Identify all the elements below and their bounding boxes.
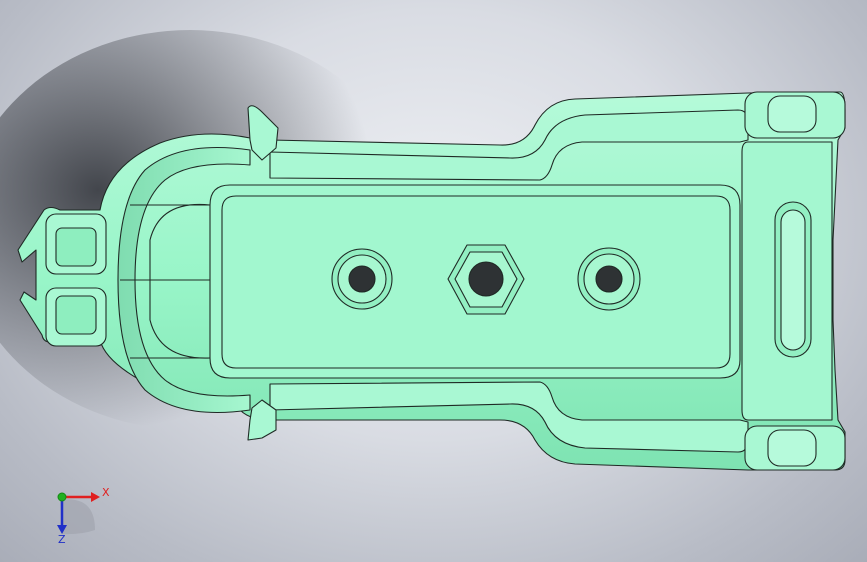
x-axis-arrowhead: [91, 492, 100, 502]
triad-shadow: [60, 499, 95, 535]
reference-triad: X Z: [57, 486, 110, 546]
y-axis-dot: [57, 492, 67, 502]
graphics-viewport[interactable]: X Z: [0, 0, 867, 562]
x-axis-label: X: [102, 486, 110, 499]
z-axis-label: Z: [58, 533, 66, 546]
